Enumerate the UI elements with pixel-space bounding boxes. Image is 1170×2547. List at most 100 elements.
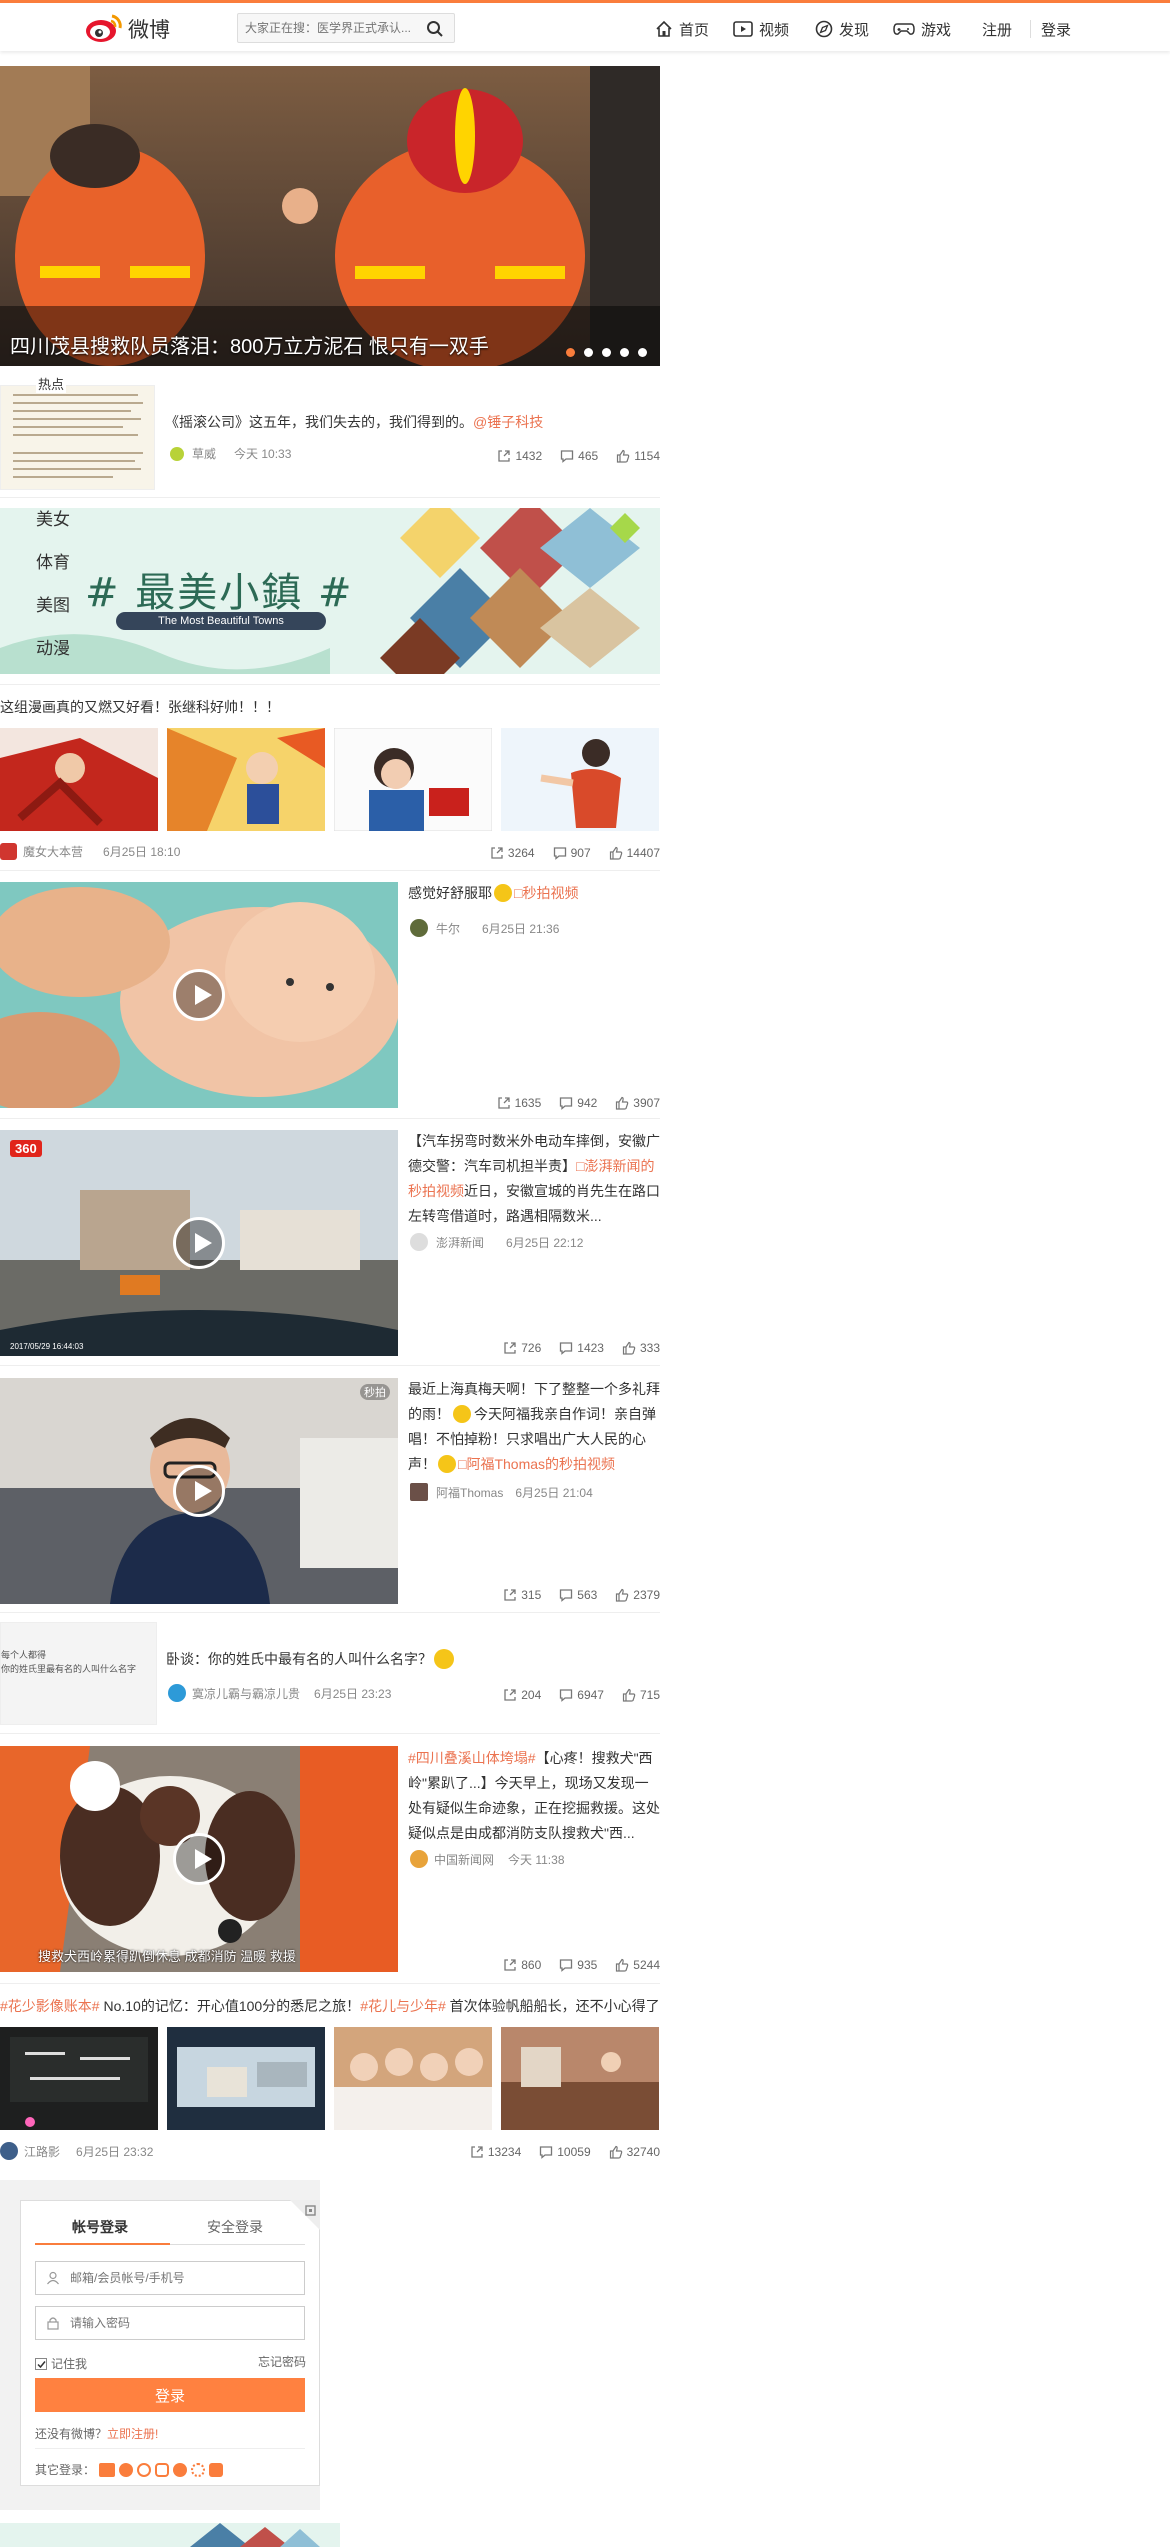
post-image-1[interactable] bbox=[0, 2027, 158, 2130]
post-text[interactable]: 【汽车拐弯时数米外电动车摔倒，安徽广德交警：汽车司机担半责】□澎湃新闻的秒拍视频… bbox=[408, 1129, 660, 1229]
share-icon[interactable] bbox=[497, 449, 511, 463]
comment-icon[interactable] bbox=[559, 1341, 573, 1355]
video-link[interactable]: □阿福Thomas的秒拍视频 bbox=[458, 1456, 615, 1472]
remember-me[interactable]: 记住我 bbox=[35, 2355, 87, 2372]
video-thumbnail[interactable] bbox=[0, 882, 398, 1108]
avatar[interactable] bbox=[410, 1483, 428, 1501]
register-link[interactable]: 注册 bbox=[982, 17, 1012, 41]
author-name[interactable]: 澎湃新闻 bbox=[436, 1234, 484, 1251]
comment-icon[interactable] bbox=[559, 1688, 573, 1702]
post-image-4[interactable] bbox=[501, 2027, 659, 2130]
like-icon[interactable] bbox=[616, 449, 630, 463]
nav-video[interactable]: 视频 bbox=[733, 17, 789, 41]
post-text[interactable]: 卧谈：你的姓氏中最有名的人叫什么名字？ bbox=[166, 1647, 454, 1672]
password-input[interactable] bbox=[70, 2307, 300, 2339]
avatar[interactable] bbox=[168, 1684, 186, 1702]
post-text[interactable]: 这组漫画真的又燃又好看！张继科好帅！！！ bbox=[0, 695, 280, 720]
category-sports[interactable]: 体育 bbox=[36, 548, 70, 573]
like-icon[interactable] bbox=[615, 1958, 629, 1972]
nav-discover[interactable]: 发现 bbox=[815, 17, 869, 41]
topic-link[interactable]: #花儿与少年# bbox=[360, 1998, 446, 2014]
share-icon[interactable] bbox=[490, 846, 504, 860]
post-image-4[interactable] bbox=[501, 728, 659, 831]
post-thumbnail[interactable]: 每个人都得 你的姓氏里最有名的人叫什么名字 bbox=[0, 1622, 157, 1725]
register-now-link[interactable]: 立即注册! bbox=[107, 2427, 158, 2441]
topic-link[interactable]: #花少影像账本# bbox=[0, 1998, 100, 2014]
post-text[interactable]: 最近上海真梅天啊！下了整整一个多礼拜的雨！ 今天阿福我亲自作词！亲自弹唱！不怕掉粉… bbox=[408, 1377, 660, 1477]
avatar[interactable] bbox=[0, 843, 17, 860]
play-button[interactable] bbox=[173, 1217, 225, 1269]
qq-icon[interactable] bbox=[119, 2462, 134, 2477]
nav-home[interactable]: 首页 bbox=[655, 17, 709, 41]
post-image-2[interactable] bbox=[167, 728, 325, 831]
video-thumbnail[interactable]: 360 2017/05/29 16:44:03 bbox=[0, 1130, 398, 1356]
author-name[interactable]: 中国新闻网 bbox=[434, 1851, 494, 1868]
banner-dot-2[interactable] bbox=[584, 348, 593, 357]
post-text[interactable]: 《摇滚公司》这五年，我们失去的，我们得到的。@锤子科技 bbox=[165, 410, 655, 435]
author-name[interactable]: 江路影 bbox=[24, 2143, 60, 2160]
avatar[interactable] bbox=[0, 2142, 18, 2160]
post-text[interactable]: 感觉好舒服耶 □秒拍视频 bbox=[408, 881, 660, 906]
banner-caption[interactable]: 四川茂县搜救队员落泪：800万立方泥石 恨只有一双手 bbox=[10, 330, 489, 359]
taobao-icon[interactable] bbox=[99, 2462, 116, 2477]
username-input[interactable] bbox=[70, 2262, 300, 2294]
like-icon[interactable] bbox=[609, 846, 623, 860]
search-icon[interactable] bbox=[426, 20, 444, 38]
post-image-1[interactable] bbox=[0, 728, 158, 831]
comment-icon[interactable] bbox=[560, 449, 574, 463]
avatar[interactable] bbox=[410, 919, 428, 937]
play-button[interactable] bbox=[173, 1465, 225, 1517]
author-name[interactable]: 寞凉儿霸与霸凉儿贵 bbox=[192, 1685, 300, 1702]
share-icon[interactable] bbox=[503, 1688, 517, 1702]
banner-dot-4[interactable] bbox=[620, 348, 629, 357]
banner-dot-5[interactable] bbox=[638, 348, 647, 357]
tab-account-login[interactable]: 帐号登录 bbox=[72, 2217, 128, 2237]
video-link[interactable]: □秒拍视频 bbox=[514, 885, 578, 901]
banner-dot-3[interactable] bbox=[602, 348, 611, 357]
like-icon[interactable] bbox=[622, 1688, 636, 1702]
author-name[interactable]: 牛尔 bbox=[436, 920, 460, 937]
banner-slideshow[interactable] bbox=[0, 66, 660, 366]
video-thumbnail[interactable]: 搜救犬西岭累得趴倒休息 成都消防 温暖 救援 bbox=[0, 1746, 398, 1972]
login-submit-button[interactable]: 登录 bbox=[35, 2378, 305, 2412]
comment-icon[interactable] bbox=[559, 1096, 573, 1110]
post-text[interactable]: #花少影像账本# No.10的记忆：开心值100分的悉尼之旅！#花儿与少年# 首… bbox=[0, 1994, 665, 2019]
login-link[interactable]: 登录 bbox=[1041, 17, 1071, 41]
renren-icon[interactable] bbox=[209, 2462, 224, 2477]
wechat-icon[interactable] bbox=[155, 2462, 170, 2477]
nav-game[interactable]: 游戏 bbox=[893, 17, 951, 41]
comment-icon[interactable] bbox=[559, 1958, 573, 1972]
remember-checkbox[interactable] bbox=[35, 2357, 47, 2370]
category-pictures[interactable]: 美图 bbox=[36, 591, 70, 616]
share-icon[interactable] bbox=[503, 1588, 517, 1602]
share-icon[interactable] bbox=[470, 2145, 484, 2159]
post-image-3[interactable] bbox=[334, 728, 492, 831]
author-name[interactable]: 魔女大本营 bbox=[23, 843, 83, 860]
share-icon[interactable] bbox=[497, 1096, 511, 1110]
comment-icon[interactable] bbox=[559, 1588, 573, 1602]
comment-icon[interactable] bbox=[553, 846, 567, 860]
search-input[interactable] bbox=[245, 14, 420, 42]
author-name[interactable]: 草威 bbox=[192, 445, 216, 462]
comment-icon[interactable] bbox=[539, 2145, 553, 2159]
video-thumbnail[interactable]: 秒拍 bbox=[0, 1378, 398, 1604]
forgot-password-link[interactable]: 忘记密码 bbox=[258, 2353, 306, 2370]
tab-secure-login[interactable]: 安全登录 bbox=[207, 2217, 263, 2237]
bottom-ad-strip[interactable] bbox=[0, 2523, 340, 2547]
like-icon[interactable] bbox=[622, 1341, 636, 1355]
post-image-3[interactable] bbox=[334, 2027, 492, 2130]
qrcode-icon[interactable] bbox=[290, 2200, 320, 2230]
avatar[interactable] bbox=[410, 1233, 428, 1251]
weibo-logo[interactable]: 微博 bbox=[84, 12, 174, 46]
like-icon[interactable] bbox=[615, 1096, 629, 1110]
360-icon[interactable] bbox=[137, 2462, 152, 2477]
baidu-icon[interactable] bbox=[191, 2462, 206, 2477]
play-button[interactable] bbox=[173, 969, 225, 1021]
like-icon[interactable] bbox=[615, 1588, 629, 1602]
post-image-2[interactable] bbox=[167, 2027, 325, 2130]
share-icon[interactable] bbox=[503, 1958, 517, 1972]
like-icon[interactable] bbox=[609, 2145, 623, 2159]
mention-link[interactable]: @锤子科技 bbox=[473, 414, 543, 430]
post-text[interactable]: #四川叠溪山体垮塌#【心疼！搜救犬"西岭"累趴了...】今天早上，现场又发现一处… bbox=[408, 1746, 660, 1846]
post-thumbnail[interactable] bbox=[0, 385, 155, 490]
